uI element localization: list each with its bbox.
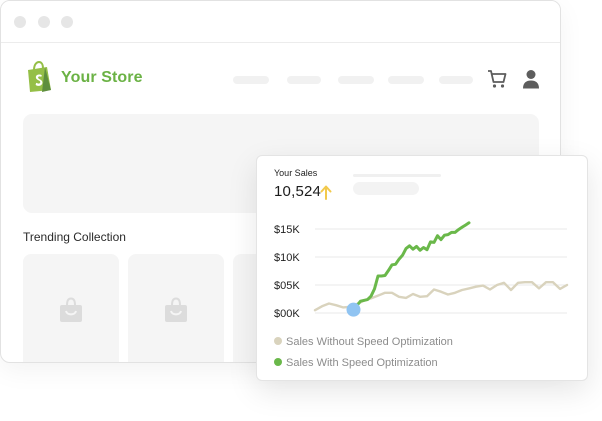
sales-chart: $15K $10K $05K $00K — [274, 221, 569, 320]
cart-icon[interactable] — [487, 69, 507, 89]
legend-dot — [274, 358, 282, 366]
y-tick-label: $05K — [274, 280, 300, 292]
y-tick-label: $10K — [274, 252, 300, 264]
window-dot-maximize[interactable] — [61, 16, 73, 28]
browser-chrome — [1, 1, 560, 43]
legend-dot — [274, 337, 282, 345]
nav-placeholder — [439, 76, 473, 84]
window-dot-minimize[interactable] — [38, 16, 50, 28]
page: Your Store Trending Collection Your Sale… — [0, 0, 602, 421]
legend-label: Sales Without Speed Optimization — [286, 336, 453, 348]
nav-placeholder — [388, 76, 424, 84]
legend-label: Sales With Speed Optimization — [286, 357, 438, 369]
series-line-with-optimization — [352, 221, 471, 312]
store-name[interactable]: Your Store — [61, 69, 143, 87]
legend-item-with-optimization: Sales With Speed Optimization — [274, 357, 438, 369]
window-dot-close[interactable] — [14, 16, 26, 28]
shopping-bag-icon — [60, 297, 82, 322]
y-tick-label: $15K — [274, 224, 300, 236]
sales-card: Your Sales 10,524 $15K $10K $05K $00K Sales… — [256, 155, 588, 381]
y-tick-label: $00K — [274, 308, 300, 320]
product-card[interactable] — [128, 254, 224, 362]
trending-collection-title: Trending Collection — [23, 230, 126, 244]
shopify-bag-icon[interactable] — [25, 61, 53, 93]
product-card[interactable] — [23, 254, 119, 362]
shopping-bag-icon — [165, 297, 187, 322]
nav-placeholder — [338, 76, 374, 84]
nav-placeholder — [233, 76, 269, 84]
nav-placeholder — [287, 76, 321, 84]
chart-marker-point[interactable] — [346, 302, 361, 317]
legend-item-without-optimization: Sales Without Speed Optimization — [274, 336, 453, 348]
user-icon[interactable] — [522, 69, 540, 89]
